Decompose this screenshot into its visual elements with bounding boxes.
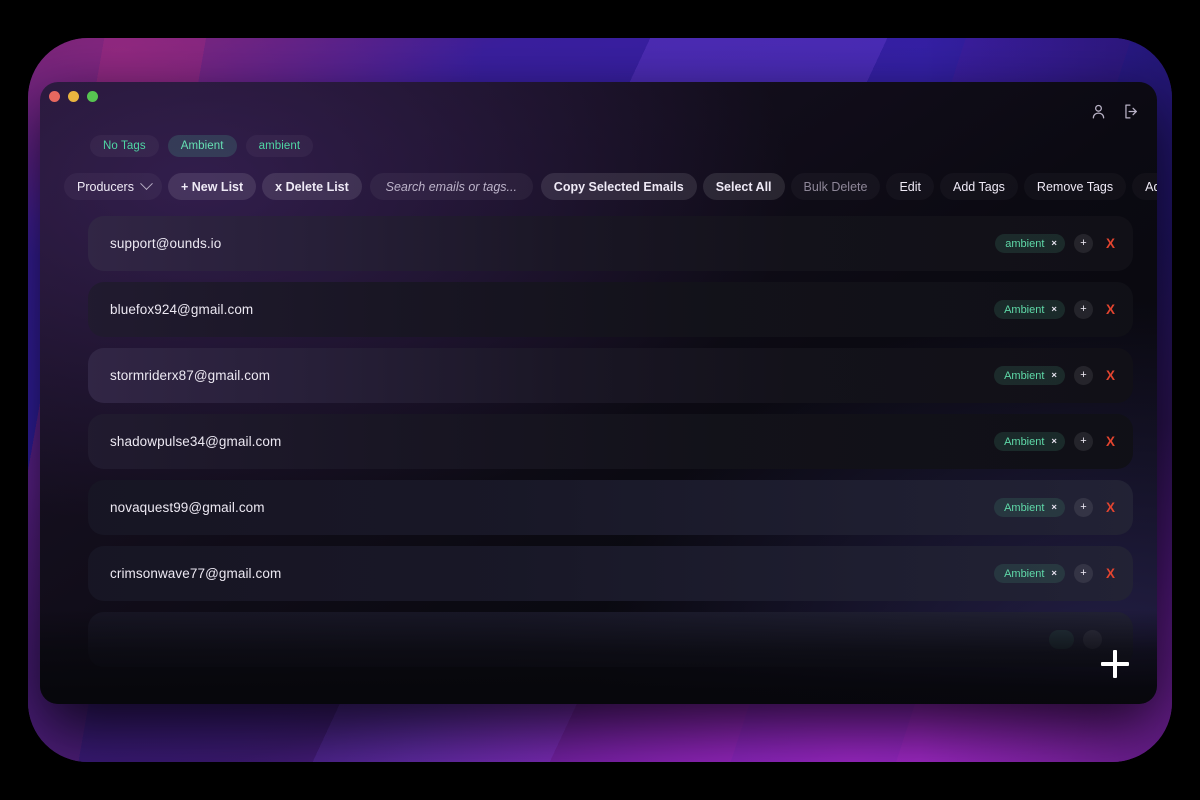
row-tag-label: Ambient <box>1004 435 1045 448</box>
remove-tag-icon[interactable]: × <box>1051 371 1057 381</box>
add-tags-button[interactable]: Add Tags <box>940 173 1018 200</box>
screenshot-stage: No Tags Ambient ambient Producers + New … <box>0 0 1200 800</box>
search-input[interactable] <box>369 179 533 194</box>
table-row[interactable]: shadowpulse34@gmail.com Ambient × + X <box>88 414 1133 469</box>
window-traffic-lights <box>49 91 98 102</box>
add-tag-button[interactable]: + <box>1073 432 1093 451</box>
email-address: crimsonwave77@gmail.com <box>110 566 282 581</box>
row-actions: Ambient × + X <box>994 366 1119 385</box>
row-actions: Ambient × + X <box>994 432 1119 451</box>
add-tag-button[interactable]: + <box>1073 498 1093 517</box>
toolbar: Producers + New List x Delete List Copy … <box>64 173 1157 200</box>
email-address: shadowpulse34@gmail.com <box>110 434 282 449</box>
remove-tags-button[interactable]: Remove Tags <box>1024 173 1126 200</box>
row-tag-badge[interactable]: Ambient × <box>994 366 1065 385</box>
app-window: No Tags Ambient ambient Producers + New … <box>40 82 1157 704</box>
delete-row-button[interactable]: X <box>1102 369 1119 383</box>
table-row[interactable] <box>88 612 1133 667</box>
remove-tag-icon[interactable]: × <box>1051 569 1057 579</box>
remove-tag-icon[interactable]: × <box>1051 305 1057 315</box>
row-tag-label: Ambient <box>1004 567 1045 580</box>
row-tag-badge[interactable]: ambient × <box>995 234 1065 253</box>
remove-tag-icon[interactable]: × <box>1051 503 1057 513</box>
table-row[interactable]: stormriderx87@gmail.com Ambient × + X <box>88 348 1133 403</box>
row-tag-label: ambient <box>1005 237 1045 250</box>
row-tag-label: Ambient <box>1004 369 1045 382</box>
row-tag-label: Ambient <box>1004 303 1045 316</box>
email-list-scroll-area[interactable]: support@ounds.io ambient × + X bluefox92… <box>40 212 1157 704</box>
row-actions: Ambient × + X <box>994 498 1119 517</box>
tag-filter-no-tags[interactable]: No Tags <box>90 135 159 157</box>
tag-filter-bar: No Tags Ambient ambient <box>90 135 314 157</box>
list-selector-dropdown[interactable]: Producers <box>64 173 162 200</box>
email-address: support@ounds.io <box>110 236 222 251</box>
new-list-button[interactable]: + New List <box>167 173 257 200</box>
delete-row-button[interactable]: X <box>1102 303 1119 317</box>
row-tag-label: Ambient <box>1004 501 1045 514</box>
copy-selected-emails-button[interactable]: Copy Selected Emails <box>540 173 697 200</box>
email-address: stormriderx87@gmail.com <box>110 368 271 383</box>
delete-row-button[interactable]: X <box>1102 567 1119 581</box>
tag-filter-ambient-upper[interactable]: Ambient <box>167 135 237 157</box>
delete-row-button[interactable]: X <box>1102 435 1119 449</box>
add-email-button[interactable] <box>1097 646 1133 682</box>
edit-button[interactable]: Edit <box>886 173 934 200</box>
search-input-wrapper[interactable] <box>369 173 533 200</box>
delete-row-button[interactable]: X <box>1102 501 1119 515</box>
remove-tag-icon[interactable]: × <box>1051 437 1057 447</box>
delete-list-button[interactable]: x Delete List <box>262 173 362 200</box>
logout-icon[interactable] <box>1122 102 1141 121</box>
table-row[interactable]: bluefox924@gmail.com Ambient × + X <box>88 282 1133 337</box>
chevron-down-icon <box>140 177 153 191</box>
list-selector-label: Producers <box>77 179 134 194</box>
add-tag-button[interactable]: + <box>1073 300 1093 319</box>
email-address: novaquest99@gmail.com <box>110 500 265 515</box>
row-tag-badge[interactable]: Ambient × <box>994 564 1065 583</box>
bulk-delete-button[interactable]: Bulk Delete <box>791 173 881 200</box>
table-row[interactable]: crimsonwave77@gmail.com Ambient × + X <box>88 546 1133 601</box>
row-tag-badge[interactable]: Ambient × <box>994 498 1065 517</box>
table-row[interactable]: novaquest99@gmail.com Ambient × + X <box>88 480 1133 535</box>
row-tag-badge[interactable]: Ambient × <box>994 300 1065 319</box>
select-all-button[interactable]: Select All <box>702 173 785 200</box>
add-tag-button[interactable]: + <box>1073 564 1093 583</box>
close-window-button[interactable] <box>49 91 60 102</box>
header-icon-group <box>1089 102 1141 121</box>
user-icon[interactable] <box>1089 102 1108 121</box>
delete-row-button[interactable]: X <box>1102 237 1119 251</box>
maximize-window-button[interactable] <box>87 91 98 102</box>
row-actions: Ambient × + X <box>994 564 1119 583</box>
minimize-window-button[interactable] <box>68 91 79 102</box>
email-list: support@ounds.io ambient × + X bluefox92… <box>40 212 1157 667</box>
tag-filter-ambient-lower[interactable]: ambient <box>245 135 314 157</box>
add-tag-button[interactable]: + <box>1073 234 1093 253</box>
add-tag-button[interactable]: + <box>1073 366 1093 385</box>
row-actions: Ambient × + X <box>994 300 1119 319</box>
add-to-campaign-button[interactable]: Add to Campaign <box>1132 173 1157 200</box>
row-tag-badge[interactable] <box>1049 630 1074 649</box>
row-tag-badge[interactable]: Ambient × <box>994 432 1065 451</box>
row-actions: ambient × + X <box>995 234 1119 253</box>
email-address: bluefox924@gmail.com <box>110 302 254 317</box>
plus-icon-vertical <box>1113 650 1117 678</box>
remove-tag-icon[interactable]: × <box>1051 239 1057 249</box>
table-row[interactable]: support@ounds.io ambient × + X <box>88 216 1133 271</box>
